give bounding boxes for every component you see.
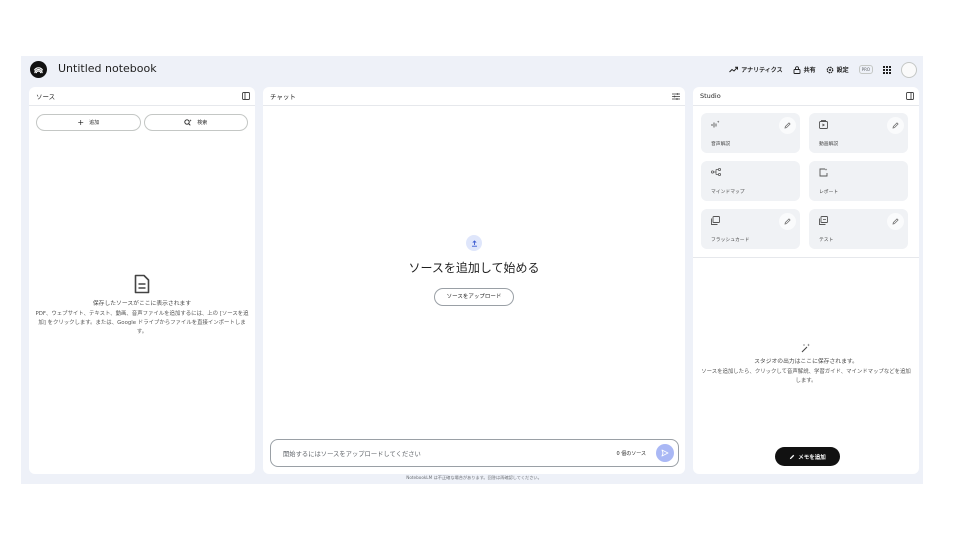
- share-lock-icon: [793, 65, 801, 74]
- add-source-label: 追加: [89, 120, 100, 126]
- account-avatar[interactable]: [901, 61, 917, 78]
- sources-panel: ソース + 追加 検索 保存したソースがここに表示されます PDF、ウェブサイト…: [29, 87, 255, 474]
- studio-divider: [693, 257, 919, 258]
- collapse-panel-icon[interactable]: [906, 92, 914, 100]
- studio-tile-report[interactable]: レポート: [809, 161, 908, 201]
- studio-tile-mind-map[interactable]: マインドマップ: [701, 161, 800, 201]
- audio-sparkle-icon: [711, 120, 720, 128]
- notebook-title[interactable]: Untitled notebook: [58, 62, 157, 75]
- analytics-label: アナリティクス: [741, 67, 783, 74]
- studio-empty-title: スタジオの出力はここに保存されます。: [754, 359, 858, 365]
- magic-wand-icon: [801, 343, 810, 353]
- studio-tile-video-overview[interactable]: 動画解説: [809, 113, 908, 153]
- chat-heading: ソースを追加して始める: [408, 261, 540, 275]
- chat-header: チャット: [263, 87, 685, 106]
- disclaimer-note: NotebookLM は不正確な場合があります。回答は再確認してください。: [406, 475, 542, 480]
- share-button[interactable]: 共有: [793, 65, 816, 74]
- pencil-icon: [790, 454, 795, 459]
- studio-tiles: 音声解説 動画解説 マインドマップ レポート フラッシュカード テスト: [693, 106, 919, 249]
- chat-panel: チャット ソースを追加して始める ソースをアップロード 開始するにはソースをアッ…: [263, 87, 685, 474]
- video-icon: [819, 120, 828, 129]
- top-actions: アナリティクス 共有 設定 PRO: [729, 60, 917, 79]
- pro-badge: PRO: [858, 65, 873, 74]
- studio-tile-audio-overview[interactable]: 音声解説: [701, 113, 800, 153]
- sources-buttons: + 追加 検索: [29, 106, 255, 131]
- tile-label: フラッシュカード: [711, 238, 750, 243]
- tile-label: 音声解説: [711, 142, 731, 147]
- tile-label: レポート: [819, 190, 839, 195]
- source-count: 0 個のソース: [616, 450, 646, 457]
- settings-button[interactable]: 設定: [826, 65, 849, 74]
- chat-input[interactable]: 開始するにはソースをアップロードしてください 0 個のソース: [270, 439, 679, 467]
- pencil-icon: [784, 218, 791, 225]
- chat-input-placeholder: 開始するにはソースをアップロードしてください: [283, 450, 421, 458]
- tile-label: テスト: [819, 238, 834, 243]
- trending-up-icon: [729, 66, 739, 73]
- document-icon: [134, 274, 150, 294]
- add-note-label: メモを追加: [798, 454, 826, 461]
- plus-icon: +: [77, 117, 85, 127]
- mind-map-icon: [711, 168, 721, 176]
- share-label: 共有: [803, 67, 816, 74]
- edit-button[interactable]: [887, 213, 904, 230]
- studio-empty-desc: ソースを追加したら、クリックして音声解説、学習ガイド、マインドマップなどを追加し…: [701, 369, 911, 384]
- studio-empty-state: スタジオの出力はここに保存されます。 ソースを追加したら、クリックして音声解説、…: [693, 343, 919, 386]
- studio-header: Studio: [693, 87, 919, 106]
- search-sparkle-icon: [184, 119, 192, 126]
- sources-empty-state: 保存したソースがここに表示されます PDF、ウェブサイト、テキスト、動画、音声フ…: [29, 274, 255, 337]
- sources-empty-title: 保存したソースがここに表示されます: [92, 301, 192, 307]
- notebook-app: Untitled notebook アナリティクス 共有 設定 PRO ソース …: [21, 56, 923, 484]
- sources-empty-desc: PDF、ウェブサイト、テキスト、動画、音声ファイルを追加するには、上の [ソース…: [35, 311, 249, 335]
- report-icon: [819, 168, 828, 177]
- analytics-button[interactable]: アナリティクス: [729, 65, 783, 74]
- tile-label: 動画解説: [819, 142, 839, 147]
- edit-button[interactable]: [779, 213, 796, 230]
- send-button[interactable]: [656, 444, 674, 462]
- gear-icon: [826, 66, 833, 73]
- studio-panel: Studio 音声解説 動画解説 マインドマップ レポート フラッシュカード テ…: [693, 87, 919, 474]
- chat-empty-state: ソースを追加して始める ソースをアップロード: [263, 235, 685, 306]
- chat-title: チャット: [270, 93, 296, 101]
- settings-label: 設定: [836, 67, 849, 74]
- studio-tile-flashcards[interactable]: フラッシュカード: [701, 209, 800, 249]
- quiz-icon: [819, 216, 828, 225]
- notebooklm-logo-icon[interactable]: [30, 61, 47, 78]
- studio-tile-quiz[interactable]: テスト: [809, 209, 908, 249]
- edit-button[interactable]: [887, 117, 904, 134]
- add-source-button[interactable]: + 追加: [36, 114, 141, 131]
- top-bar: Untitled notebook アナリティクス 共有 設定 PRO: [21, 56, 923, 83]
- flashcards-icon: [711, 216, 720, 225]
- upload-icon: [466, 235, 482, 251]
- sources-header: ソース: [29, 87, 255, 106]
- upload-source-button[interactable]: ソースをアップロード: [433, 288, 515, 306]
- collapse-panel-icon[interactable]: [242, 92, 250, 100]
- search-sources-button[interactable]: 検索: [143, 114, 248, 131]
- pencil-icon: [892, 218, 899, 225]
- apps-grid-icon[interactable]: [883, 65, 891, 74]
- tune-icon[interactable]: [672, 92, 680, 100]
- edit-button[interactable]: [779, 117, 796, 134]
- add-note-button[interactable]: メモを追加: [775, 447, 840, 466]
- pencil-icon: [784, 122, 791, 129]
- studio-title: Studio: [700, 92, 721, 100]
- pencil-icon: [892, 122, 899, 129]
- sources-title: ソース: [36, 93, 56, 101]
- send-icon: [661, 449, 669, 457]
- tile-label: マインドマップ: [711, 190, 745, 195]
- search-sources-label: 検索: [197, 120, 208, 126]
